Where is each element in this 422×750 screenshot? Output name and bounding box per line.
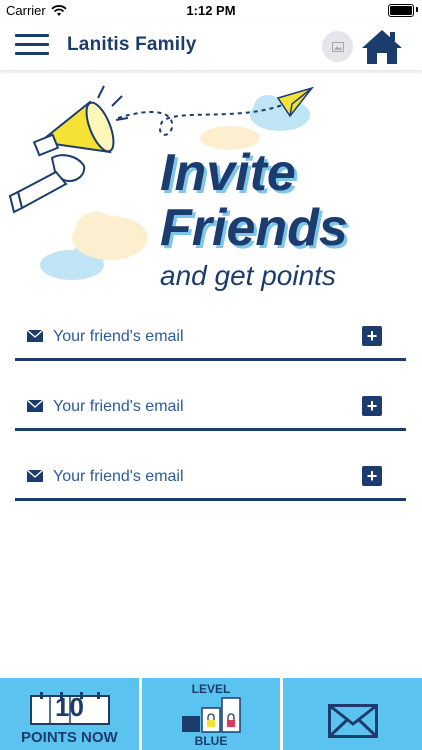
envelope-icon xyxy=(27,400,43,412)
level-label: LEVEL xyxy=(191,682,231,696)
add-email-button-1[interactable]: + xyxy=(362,326,382,346)
level-value: BLUE xyxy=(194,734,228,748)
add-email-button-3[interactable]: + xyxy=(362,466,382,486)
add-email-button-2[interactable]: + xyxy=(362,396,382,416)
bottom-tab-bar: 10 POINTS NOW LEVEL BLUE xyxy=(0,678,422,750)
avatar[interactable] xyxy=(322,31,353,62)
hand-icon xyxy=(8,154,86,214)
envelope-icon xyxy=(27,330,43,342)
status-time: 1:12 PM xyxy=(186,3,236,18)
page-title: Lanitis Family xyxy=(67,34,197,55)
hero-title-line-2: Friends xyxy=(160,199,348,257)
envelope-icon xyxy=(27,470,43,482)
points-value: 10 xyxy=(55,692,84,722)
friend-email-input-2[interactable] xyxy=(53,394,353,420)
friend-email-input-3[interactable] xyxy=(53,464,353,490)
tab-level[interactable]: LEVEL BLUE xyxy=(142,678,284,750)
cloud-icon xyxy=(72,212,148,260)
mail-icon xyxy=(328,704,379,738)
email-field-row: + xyxy=(15,458,406,501)
status-bar: Carrier 1:12 PM xyxy=(0,0,422,22)
megaphone-icon xyxy=(32,85,129,157)
email-field-row: + xyxy=(15,318,406,361)
hero-title-line-1: Invite xyxy=(160,144,296,202)
menu-icon[interactable] xyxy=(15,34,49,58)
battery-icon xyxy=(388,4,414,17)
hero-subtitle: and get points xyxy=(160,260,336,291)
battery-tip xyxy=(416,7,418,12)
invite-banner: Invite Friends and get points xyxy=(0,80,422,300)
email-field-row: + xyxy=(15,388,406,431)
points-label: POINTS NOW xyxy=(21,729,118,746)
tab-messages[interactable] xyxy=(283,678,422,750)
level-bars-icon xyxy=(181,697,241,733)
home-icon[interactable] xyxy=(360,28,404,66)
image-placeholder-icon xyxy=(331,41,344,52)
friend-email-input-1[interactable] xyxy=(53,324,353,350)
tab-points[interactable]: 10 POINTS NOW xyxy=(0,678,142,750)
nav-bar: Lanitis Family xyxy=(0,22,422,70)
